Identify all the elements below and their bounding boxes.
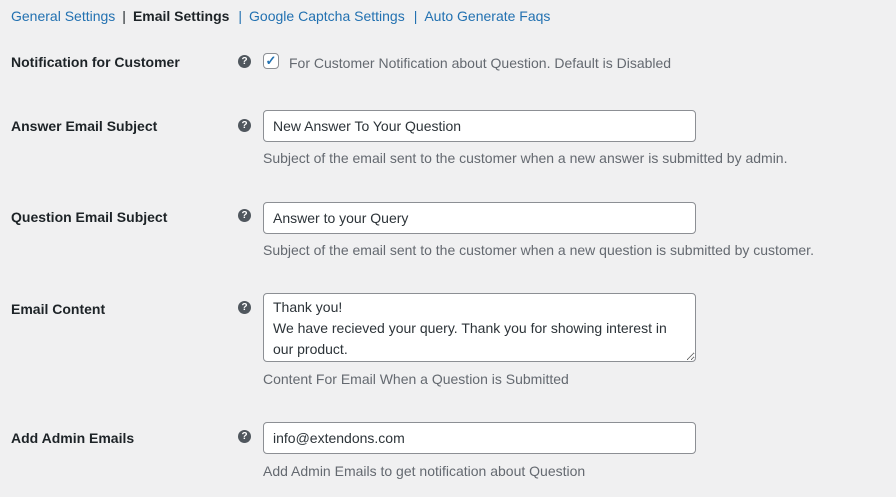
admin-emails-input[interactable] [263, 422, 696, 454]
notification-checkbox-label: For Customer Notification about Question… [289, 55, 672, 71]
email-content-label: Email Content [11, 301, 106, 317]
notification-checkbox[interactable]: ✓ [263, 53, 279, 69]
help-icon[interactable]: ? [238, 55, 251, 68]
help-icon[interactable]: ? [238, 119, 251, 132]
separator: | [413, 8, 418, 24]
question-subject-label: Question Email Subject [11, 209, 168, 225]
settings-tabs: General Settings | Email Settings | Google C… [11, 8, 550, 24]
help-icon[interactable]: ? [238, 301, 251, 314]
tab-google-captcha-settings[interactable]: Google Captcha Settings [249, 8, 405, 24]
help-icon[interactable]: ? [238, 209, 251, 222]
tab-email-settings[interactable]: Email Settings [133, 8, 229, 24]
separator: | [238, 8, 243, 24]
email-content-textarea[interactable]: Thank you! We have recieved your query. … [263, 293, 696, 362]
help-icon[interactable]: ? [238, 430, 251, 443]
tab-auto-generate-faqs[interactable]: Auto Generate Faqs [424, 8, 550, 24]
question-subject-input[interactable] [263, 202, 696, 234]
answer-subject-input[interactable] [263, 110, 696, 142]
question-subject-description: Subject of the email sent to the custome… [263, 242, 814, 258]
answer-subject-description: Subject of the email sent to the custome… [263, 150, 788, 166]
answer-subject-label: Answer Email Subject [11, 118, 158, 134]
admin-emails-label: Add Admin Emails [11, 430, 135, 446]
notification-label: Notification for Customer [11, 54, 180, 70]
tab-general-settings[interactable]: General Settings [11, 8, 115, 24]
admin-emails-description: Add Admin Emails to get notification abo… [263, 463, 586, 479]
separator: | [122, 8, 126, 24]
email-content-description: Content For Email When a Question is Sub… [263, 371, 569, 387]
